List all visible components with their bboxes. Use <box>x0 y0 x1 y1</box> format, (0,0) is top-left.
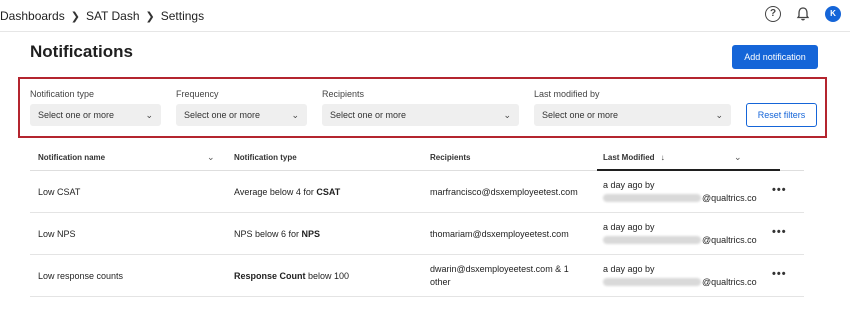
table-row[interactable]: Low CSAT Average below 4 for CSAT marfra… <box>30 171 804 213</box>
last-modified-user: @qualtrics.co <box>603 193 757 203</box>
column-header-last-modified[interactable]: Last Modified ↓ <box>603 153 665 162</box>
type-metric: NPS <box>301 229 321 239</box>
email-domain: @qualtrics.co <box>702 235 757 245</box>
page-title: Notifications <box>30 42 133 61</box>
breadcrumb-dashboards[interactable]: Dashboards <box>0 9 65 23</box>
column-header-label: Last Modified <box>603 153 655 162</box>
select-placeholder: Select one or more <box>38 110 115 120</box>
table-row[interactable]: Low response counts Response Count below… <box>30 255 804 297</box>
more-options-icon[interactable]: ••• <box>772 226 787 238</box>
header-actions: ? K <box>765 6 841 22</box>
notification-type: Average below 4 for CSAT <box>234 187 340 197</box>
filter-label-last-modified-by: Last modified by <box>534 89 600 99</box>
avatar[interactable]: K <box>825 6 841 22</box>
top-bar: Dashboards ❯ SAT Dash ❯ Settings ? K <box>0 0 850 32</box>
filter-label-notification-type: Notification type <box>30 89 95 99</box>
notification-name: Low NPS <box>38 229 76 239</box>
last-modified-time: a day ago by <box>603 264 655 274</box>
bell-icon[interactable] <box>795 6 811 22</box>
chevron-down-icon: ⌄ <box>291 110 299 120</box>
recipients: marfrancisco@dsxemployeetest.com <box>430 187 578 197</box>
table-header: Notification name ⌄ Notification type Re… <box>30 147 804 171</box>
select-placeholder: Select one or more <box>184 110 261 120</box>
last-modified-user: @qualtrics.co <box>603 277 757 287</box>
type-prefix: NPS below 6 for <box>234 229 302 239</box>
filter-label-frequency: Frequency <box>176 89 219 99</box>
notification-type: NPS below 6 for NPS <box>234 229 320 239</box>
column-header-name[interactable]: Notification name <box>38 153 105 162</box>
select-placeholder: Select one or more <box>330 110 407 120</box>
frequency-select[interactable]: Select one or more ⌄ <box>176 104 307 126</box>
redacted-email <box>603 278 701 286</box>
chevron-down-icon[interactable]: ⌄ <box>734 152 742 163</box>
filter-panel: Notification type Select one or more ⌄ F… <box>18 77 827 138</box>
breadcrumb: Dashboards ❯ SAT Dash ❯ Settings <box>0 9 204 23</box>
type-metric: Response Count <box>234 271 306 281</box>
chevron-right-icon: ❯ <box>145 10 155 23</box>
column-header-type[interactable]: Notification type <box>234 153 297 162</box>
chevron-down-icon: ⌄ <box>145 110 153 120</box>
notification-type: Response Count below 100 <box>234 271 349 281</box>
recipients-select[interactable]: Select one or more ⌄ <box>322 104 519 126</box>
type-prefix: Average below 4 for <box>234 187 317 197</box>
redacted-email <box>603 236 701 244</box>
more-options-icon[interactable]: ••• <box>772 184 787 196</box>
notification-name: Low response counts <box>38 271 124 281</box>
more-options-icon[interactable]: ••• <box>772 268 787 280</box>
question-circle-icon[interactable]: ? <box>765 6 781 22</box>
reset-filters-button[interactable]: Reset filters <box>746 103 817 127</box>
last-modified-time: a day ago by <box>603 180 655 190</box>
chevron-right-icon: ❯ <box>70 10 80 23</box>
chevron-down-icon: ⌄ <box>715 110 723 120</box>
chevron-down-icon: ⌄ <box>503 110 511 120</box>
last-modified-time: a day ago by <box>603 222 655 232</box>
breadcrumb-sat-dash[interactable]: SAT Dash <box>86 9 140 23</box>
type-metric: CSAT <box>316 187 341 197</box>
recipients: thomariam@dsxemployeetest.com <box>430 229 569 239</box>
redacted-email <box>603 194 701 202</box>
sort-arrow-down-icon: ↓ <box>660 153 665 162</box>
type-suffix: below 100 <box>305 271 350 281</box>
add-notification-button[interactable]: Add notification <box>732 45 818 69</box>
recipients: dwarin@dsxemployeetest.com & 1 <box>430 264 569 274</box>
notifications-table: Notification name ⌄ Notification type Re… <box>30 147 804 297</box>
column-header-recipients[interactable]: Recipients <box>430 153 470 162</box>
notification-name: Low CSAT <box>38 187 81 197</box>
select-placeholder: Select one or more <box>542 110 619 120</box>
notification-type-select[interactable]: Select one or more ⌄ <box>30 104 161 126</box>
email-domain: @qualtrics.co <box>702 277 757 287</box>
filter-label-recipients: Recipients <box>322 89 365 99</box>
table-row[interactable]: Low NPS NPS below 6 for NPS thomariam@ds… <box>30 213 804 255</box>
breadcrumb-settings: Settings <box>160 9 205 23</box>
email-domain: @qualtrics.co <box>702 193 757 203</box>
recipients-more: other <box>430 277 451 287</box>
last-modified-user: @qualtrics.co <box>603 235 757 245</box>
chevron-down-icon[interactable]: ⌄ <box>207 152 215 163</box>
last-modified-by-select[interactable]: Select one or more ⌄ <box>534 104 731 126</box>
